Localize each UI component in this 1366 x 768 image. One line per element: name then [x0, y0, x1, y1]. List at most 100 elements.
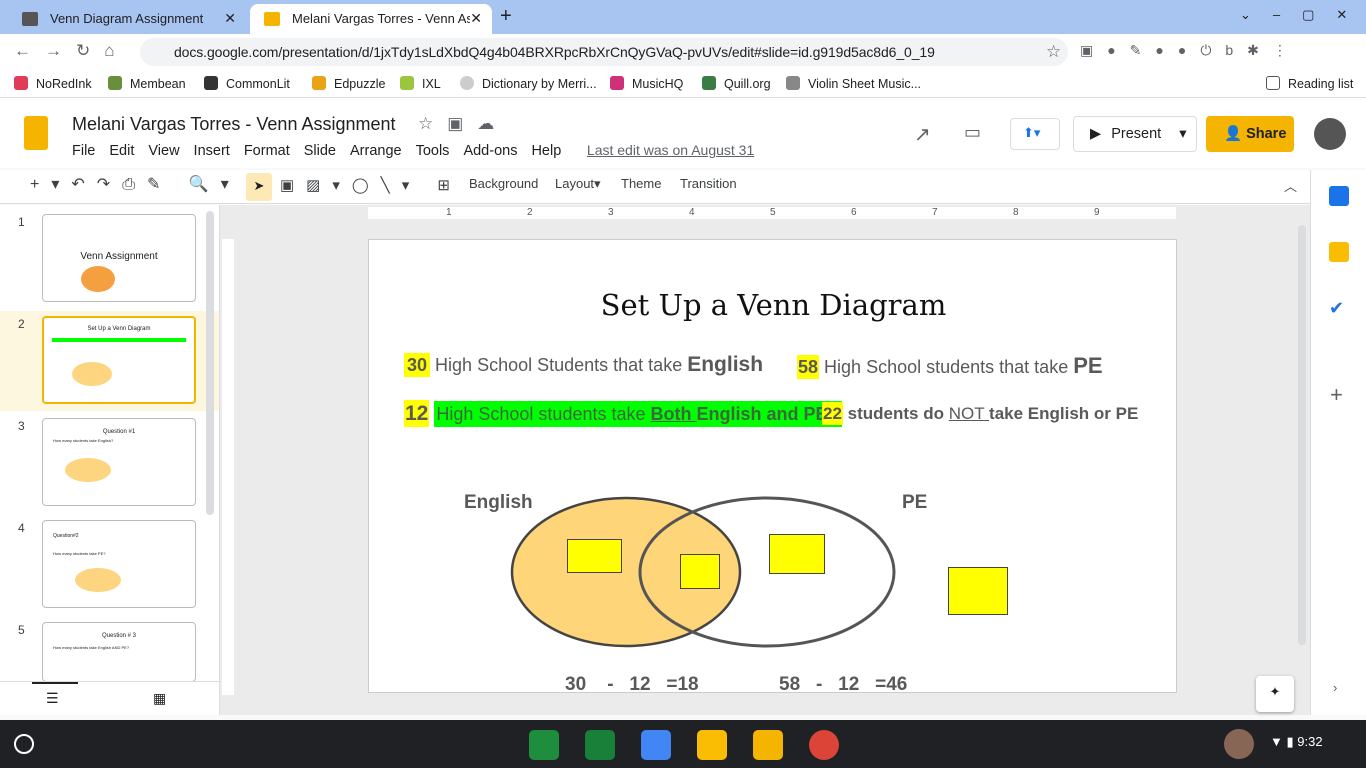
- canvas-scrollbar[interactable]: [1298, 225, 1306, 645]
- browser-tab-bar: Venn Diagram Assignment ✕ Melani Vargas T…: [0, 0, 1366, 34]
- doc-title[interactable]: Melani Vargas Torres - Venn Assignment: [72, 114, 396, 135]
- thumb-text: How many students take English?: [53, 438, 114, 443]
- collapse-toolbar-icon[interactable]: ︿: [1284, 176, 1297, 195]
- venn-diagram: [510, 496, 896, 648]
- thumb-title: Question #1: [102, 429, 136, 435]
- bookmark[interactable]: Dictionary by Merri...: [460, 76, 597, 91]
- menu-addons[interactable]: Add-ons: [463, 143, 517, 159]
- bookmark[interactable]: IXL: [400, 76, 441, 91]
- layout-button[interactable]: Layout▾: [555, 176, 601, 192]
- english-only-answer-box[interactable]: [567, 539, 622, 573]
- menu-insert[interactable]: Insert: [194, 143, 230, 159]
- star-move-cloud-icons[interactable]: ☆▣☁: [418, 114, 508, 134]
- app-header: Melani Vargas Torres - Venn Assignment ☆…: [0, 98, 1366, 168]
- filmstrip-scrollbar[interactable]: [206, 211, 214, 515]
- active-indicator: [32, 682, 78, 684]
- share-button[interactable]: 👤 Share: [1206, 116, 1294, 152]
- menu-file[interactable]: File: [72, 143, 95, 159]
- filmstrip-view-toggle: ☰ ▦: [0, 681, 219, 715]
- slide-thumbnail-3[interactable]: Question #1 How many students take Englis…: [42, 418, 196, 506]
- bookmarks-bar: NoRedInk Membean CommonLit Edpuzzle IXL …: [0, 70, 1366, 98]
- meet-button[interactable]: ⬆▾: [1010, 118, 1060, 150]
- tab-venn-diagram-assignment[interactable]: Venn Diagram Assignment ✕: [8, 4, 246, 34]
- launcher-icon[interactable]: [14, 734, 34, 754]
- grid-view-icon[interactable]: ▦: [153, 690, 166, 707]
- chrome-app-icon[interactable]: [809, 730, 839, 760]
- bookmark[interactable]: Membean: [108, 76, 186, 91]
- bookmark[interactable]: Edpuzzle: [312, 76, 385, 91]
- background-button[interactable]: Background: [469, 176, 538, 191]
- account-avatar[interactable]: [1314, 118, 1346, 150]
- bookmark[interactable]: NoRedInk: [14, 76, 92, 91]
- calendar-icon[interactable]: [1329, 186, 1349, 206]
- menu-tools[interactable]: Tools: [416, 143, 450, 159]
- slide-number: 1: [18, 215, 25, 229]
- tab-melani-venn[interactable]: Melani Vargas Torres - Venn Ass ✕: [250, 4, 492, 34]
- menu-edit[interactable]: Edit: [109, 143, 134, 159]
- classroom-app-icon[interactable]: [529, 730, 559, 760]
- both-answer-box[interactable]: [680, 554, 720, 589]
- address-bar-row: ←→↻⌂ docs.google.com/presentation/d/1jxT…: [0, 34, 1366, 70]
- tasks-icon[interactable]: ✔: [1329, 298, 1344, 319]
- add-addon-icon[interactable]: +: [1330, 382, 1343, 408]
- bookmark[interactable]: Quill.org: [702, 76, 771, 91]
- drive-app-icon[interactable]: [697, 730, 727, 760]
- menu-slide[interactable]: Slide: [304, 143, 336, 159]
- reading-list[interactable]: Reading list: [1266, 76, 1353, 91]
- menu-help[interactable]: Help: [531, 143, 561, 159]
- menu-bar: File Edit View Insert Format Slide Arrange Tool…: [72, 142, 768, 159]
- thumb-title: Set Up a Venn Diagram: [87, 326, 151, 332]
- url-input[interactable]: docs.google.com/presentation/d/1jxTdy1sL…: [140, 38, 1068, 66]
- transition-button[interactable]: Transition: [680, 176, 737, 191]
- sheets-app-icon[interactable]: [585, 730, 615, 760]
- slide-thumbnail-5[interactable]: Question # 3 How many students take Engli…: [42, 622, 196, 682]
- thumb-text: How many students take PE?: [53, 551, 106, 556]
- theme-button[interactable]: Theme: [621, 176, 661, 191]
- activity-icon[interactable]: ↗: [914, 122, 931, 147]
- filmstrip-view-icon[interactable]: ☰: [46, 690, 59, 707]
- toolbar-icons[interactable]: +▾↶↷⎙✎ 🔍▾: [30, 174, 241, 194]
- menu-view[interactable]: View: [148, 143, 179, 159]
- slide-thumbnail-4[interactable]: Question#2 How many students take PE?: [42, 520, 196, 608]
- present-button[interactable]: ▶ Present ▾: [1073, 116, 1197, 152]
- slide-thumbnail-2[interactable]: Set Up a Venn Diagram: [42, 316, 196, 404]
- keep-icon[interactable]: [1329, 242, 1349, 262]
- select-tool-icon[interactable]: ➤: [246, 173, 272, 201]
- explore-button[interactable]: ✦: [1256, 676, 1294, 712]
- close-tab-icon[interactable]: ✕: [224, 10, 236, 27]
- english-only-calculation: 30 - 12 =18: [565, 674, 699, 695]
- horizontal-ruler[interactable]: 123456789: [368, 207, 1176, 219]
- filmstrip: 1 Venn Assignment 2 Set Up a Venn Diagra…: [0, 205, 220, 715]
- vertical-ruler[interactable]: [222, 239, 234, 695]
- menu-arrange[interactable]: Arrange: [350, 143, 402, 159]
- thumb-text: How many students take English AND PE?: [53, 645, 130, 650]
- slides-logo-icon[interactable]: [24, 116, 48, 150]
- bookmark[interactable]: MusicHQ: [610, 76, 683, 91]
- menu-format[interactable]: Format: [244, 143, 290, 159]
- slide[interactable]: Set Up a Venn Diagram 30 High School Stu…: [368, 239, 1177, 695]
- slide-thumbnail-1[interactable]: Venn Assignment: [42, 214, 196, 302]
- thumb-title: Question # 3: [101, 633, 137, 639]
- nav-buttons[interactable]: ←→↻⌂: [14, 41, 138, 63]
- new-tab-button[interactable]: +: [500, 5, 512, 28]
- bookmark-star-icon[interactable]: ☆: [1046, 42, 1064, 62]
- bookmark[interactable]: CommonLit: [204, 76, 290, 91]
- extension-icons[interactable]: ▣●✎●●⏻b✱⋮: [1080, 42, 1350, 62]
- window-controls[interactable]: ⌄–▢✕: [1240, 7, 1366, 23]
- pe-only-answer-box[interactable]: [769, 534, 825, 574]
- insert-tools-icons[interactable]: ▣▨▾◯╲▾ ⊞: [280, 176, 462, 194]
- editing-toolbar: +▾↶↷⎙✎ 🔍▾ ➤ ▣▨▾◯╲▾ ⊞ Background Layout▾ …: [0, 170, 1310, 204]
- docs-app-icon[interactable]: [641, 730, 671, 760]
- slides-app-icon[interactable]: [753, 730, 783, 760]
- neither-answer-box[interactable]: [948, 567, 1008, 615]
- comments-icon[interactable]: ▭: [964, 122, 981, 143]
- bookmark[interactable]: Violin Sheet Music...: [786, 76, 921, 91]
- status-tray[interactable]: ▼ ▮ 9:32: [1270, 734, 1323, 750]
- user-avatar[interactable]: [1224, 729, 1254, 759]
- slide-number: 2: [18, 317, 25, 331]
- os-taskbar: ▼ ▮ 9:32: [0, 720, 1366, 768]
- expand-panel-icon[interactable]: ›: [1333, 680, 1337, 695]
- last-edit-link[interactable]: Last edit was on August 31: [587, 142, 754, 158]
- close-tab-icon[interactable]: ✕: [470, 10, 482, 27]
- slide-number: 5: [18, 623, 25, 637]
